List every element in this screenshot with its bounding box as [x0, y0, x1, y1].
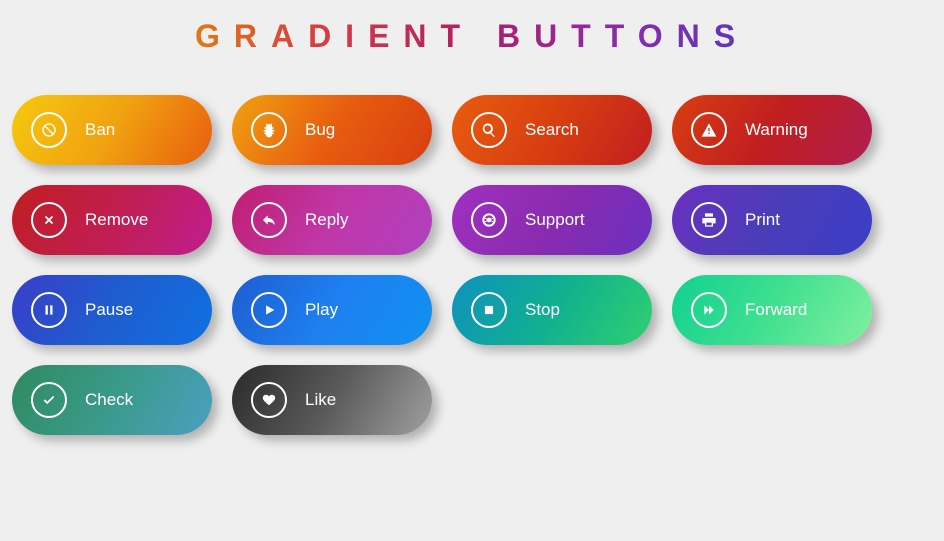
- like-label: Like: [305, 390, 336, 410]
- play-button[interactable]: Play: [232, 275, 432, 345]
- reply-button[interactable]: Reply: [232, 185, 432, 255]
- bug-label: Bug: [305, 120, 335, 140]
- ban-button[interactable]: Ban: [12, 95, 212, 165]
- support-icon: [471, 202, 507, 238]
- reply-icon: [251, 202, 287, 238]
- support-label: Support: [525, 210, 585, 230]
- bug-button[interactable]: Bug: [232, 95, 432, 165]
- like-icon: [251, 382, 287, 418]
- check-icon: [31, 382, 67, 418]
- support-button[interactable]: Support: [452, 185, 652, 255]
- buttons-grid: Ban Bug Search Warning Remove Reply: [0, 55, 944, 435]
- stop-label: Stop: [525, 300, 560, 320]
- stop-button[interactable]: Stop: [452, 275, 652, 345]
- pause-icon: [31, 292, 67, 328]
- forward-label: Forward: [745, 300, 807, 320]
- remove-button[interactable]: Remove: [12, 185, 212, 255]
- page-title: GRADIENT BUTTONS: [0, 0, 944, 55]
- search-label: Search: [525, 120, 579, 140]
- bug-icon: [251, 112, 287, 148]
- print-icon: [691, 202, 727, 238]
- pause-button[interactable]: Pause: [12, 275, 212, 345]
- ban-label: Ban: [85, 120, 115, 140]
- remove-icon: [31, 202, 67, 238]
- forward-icon: [691, 292, 727, 328]
- remove-label: Remove: [85, 210, 148, 230]
- pause-label: Pause: [85, 300, 133, 320]
- warning-label: Warning: [745, 120, 808, 140]
- play-label: Play: [305, 300, 338, 320]
- search-button[interactable]: Search: [452, 95, 652, 165]
- warning-button[interactable]: Warning: [672, 95, 872, 165]
- forward-button[interactable]: Forward: [672, 275, 872, 345]
- like-button[interactable]: Like: [232, 365, 432, 435]
- warning-icon: [691, 112, 727, 148]
- ban-icon: [31, 112, 67, 148]
- check-button[interactable]: Check: [12, 365, 212, 435]
- check-label: Check: [85, 390, 133, 410]
- print-button[interactable]: Print: [672, 185, 872, 255]
- search-icon: [471, 112, 507, 148]
- print-label: Print: [745, 210, 780, 230]
- stop-icon: [471, 292, 507, 328]
- reply-label: Reply: [305, 210, 348, 230]
- play-icon: [251, 292, 287, 328]
